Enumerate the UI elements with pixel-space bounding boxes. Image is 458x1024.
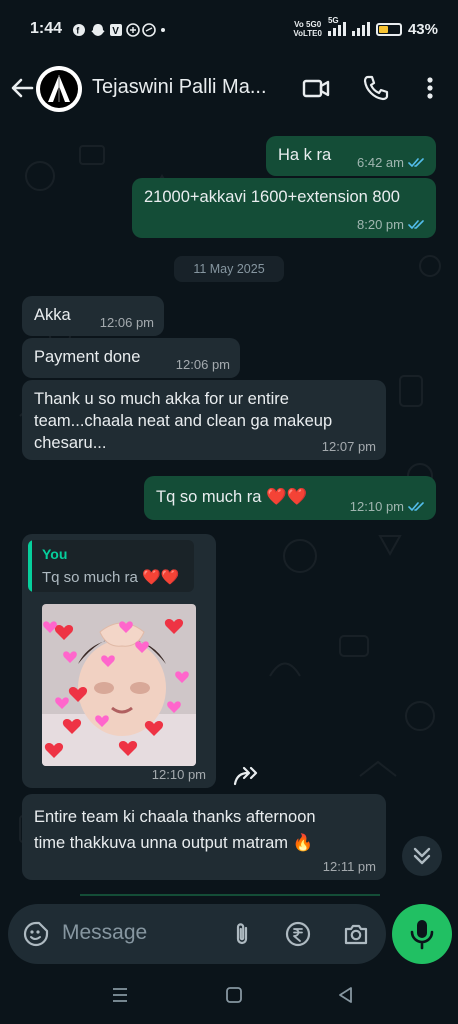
contact-name[interactable]: Tejaswini Palli Ma... [92, 76, 282, 99]
notification-icons: f V [72, 22, 168, 41]
back-arrow-icon[interactable] [8, 74, 36, 102]
svg-text:V: V [112, 26, 125, 37]
system-nav-bar [0, 964, 458, 1024]
status-time: 1:44 [30, 20, 63, 37]
network-type: Vo 5G0 VoLTE0 [293, 20, 322, 38]
message-incoming-sticker[interactable]: You Tq so much ra ❤️❤️ 12:10 pm [22, 534, 216, 788]
message-time: 8:20 pm [357, 217, 404, 232]
message-input[interactable]: Message [8, 904, 386, 964]
home-icon[interactable] [224, 986, 244, 1004]
message-line: chesaru... [34, 434, 107, 452]
quote-text: Tq so much ra ❤️❤️ [42, 569, 180, 586]
message-text: Akka [34, 306, 71, 324]
message-meta: 6:42 am [357, 155, 426, 170]
message-meta: 12:10 pm [350, 499, 426, 514]
message-text: Entire team ki chaala thanks afternoon t… [34, 804, 316, 856]
message-time: 12:06 pm [99, 315, 154, 330]
message-outgoing[interactable]: Tq so much ra ❤️❤️ 12:10 pm [144, 476, 436, 520]
forward-icon[interactable] [232, 764, 262, 788]
quote-author: You [42, 546, 68, 562]
avatar-logo-icon [48, 75, 70, 102]
message-text: Tq so much ra ❤️❤️ [156, 488, 308, 506]
message-text: Ha k ra [278, 146, 332, 164]
notification-app-icons: f V [73, 23, 165, 37]
camera-icon[interactable] [342, 920, 370, 948]
message-time: 6:42 am [357, 155, 404, 170]
read-ticks-icon [408, 502, 424, 511]
message-time: 12:06 pm [175, 357, 230, 372]
message-time: 12:10 pm [151, 767, 206, 782]
signal-2-icon [351, 22, 370, 36]
signal-1-icon: 5G [327, 16, 346, 36]
message-meta: 12:06 pm [176, 357, 230, 372]
message-line: team...chaala neat and clean ga makeup [34, 412, 333, 430]
message-time: 12:10 pm [349, 499, 404, 514]
back-nav-icon[interactable] [336, 986, 356, 1004]
divider [80, 894, 380, 896]
status-bar: 1:44 f V Vo 5G0 VoLTE0 5G 43% [0, 0, 458, 60]
chat-header: Tejaswini Palli Ma... [0, 60, 458, 116]
message-meta: 8:20 pm [357, 217, 426, 232]
chat-area[interactable]: Ha k ra 6:42 am 21000+akkavi 1600+extens… [0, 116, 458, 904]
avatar[interactable] [36, 66, 82, 112]
message-time: 12:11 pm [322, 859, 376, 874]
mic-button[interactable] [392, 904, 452, 964]
baby-heart-hands-sticker-icon[interactable] [42, 604, 196, 766]
battery-percent: 43% [407, 20, 438, 38]
message-line: Thank u so much akka for ur entire [34, 390, 289, 408]
net-gen-label: 5G [327, 16, 339, 25]
video-call-icon[interactable] [300, 72, 332, 104]
message-text: Thank u so much akka for ur entire team.… [34, 388, 332, 454]
message-line: Entire team ki chaala thanks afternoon [34, 808, 316, 826]
mic-icon [410, 920, 434, 950]
message-incoming[interactable]: Akka 12:06 pm [22, 296, 164, 336]
phone-icon[interactable] [360, 72, 392, 104]
message-line: time thakkuva unna output matram 🔥 [34, 834, 314, 852]
message-meta: 12:10 pm [152, 767, 206, 782]
more-vertical-icon[interactable] [414, 72, 446, 104]
svg-text:f: f [76, 26, 85, 36]
scroll-to-bottom-button[interactable] [402, 836, 442, 876]
message-meta: 12:11 pm [323, 859, 376, 874]
status-right: Vo 5G0 VoLTE0 5G 43% [293, 16, 438, 38]
network-line-2: VoLTE0 [293, 29, 322, 38]
battery-icon [375, 22, 402, 36]
message-incoming[interactable]: Entire team ki chaala thanks afternoon t… [22, 794, 386, 880]
message-text: 21000+akkavi 1600+extension 800 [144, 188, 400, 206]
attach-icon[interactable] [228, 920, 256, 948]
message-meta: 12:07 pm [322, 439, 376, 454]
date-divider: 11 May 2025 [174, 256, 284, 282]
message-meta: 12:06 pm [100, 315, 154, 330]
message-incoming[interactable]: Thank u so much akka for ur entire team.… [22, 380, 386, 460]
composer-bar: Message [0, 904, 458, 964]
message-outgoing[interactable]: Ha k ra 6:42 am [266, 136, 436, 176]
read-ticks-icon [408, 158, 424, 167]
quote-accent-bar [28, 540, 32, 592]
rupee-payment-icon[interactable] [284, 920, 312, 948]
message-text: Payment done [34, 348, 141, 366]
menu-recents-icon[interactable] [110, 986, 130, 1004]
network-line-1: Vo 5G0 [294, 20, 322, 29]
message-outgoing[interactable]: 21000+akkavi 1600+extension 800 8:20 pm [132, 178, 436, 238]
quoted-message[interactable]: You Tq so much ra ❤️❤️ [28, 540, 194, 592]
sticker-icon[interactable] [22, 920, 50, 948]
message-incoming[interactable]: Payment done 12:06 pm [22, 338, 240, 378]
double-chevron-down-icon [413, 847, 431, 865]
message-time: 12:07 pm [321, 439, 376, 454]
read-ticks-icon [408, 220, 424, 229]
message-placeholder: Message [62, 921, 148, 944]
